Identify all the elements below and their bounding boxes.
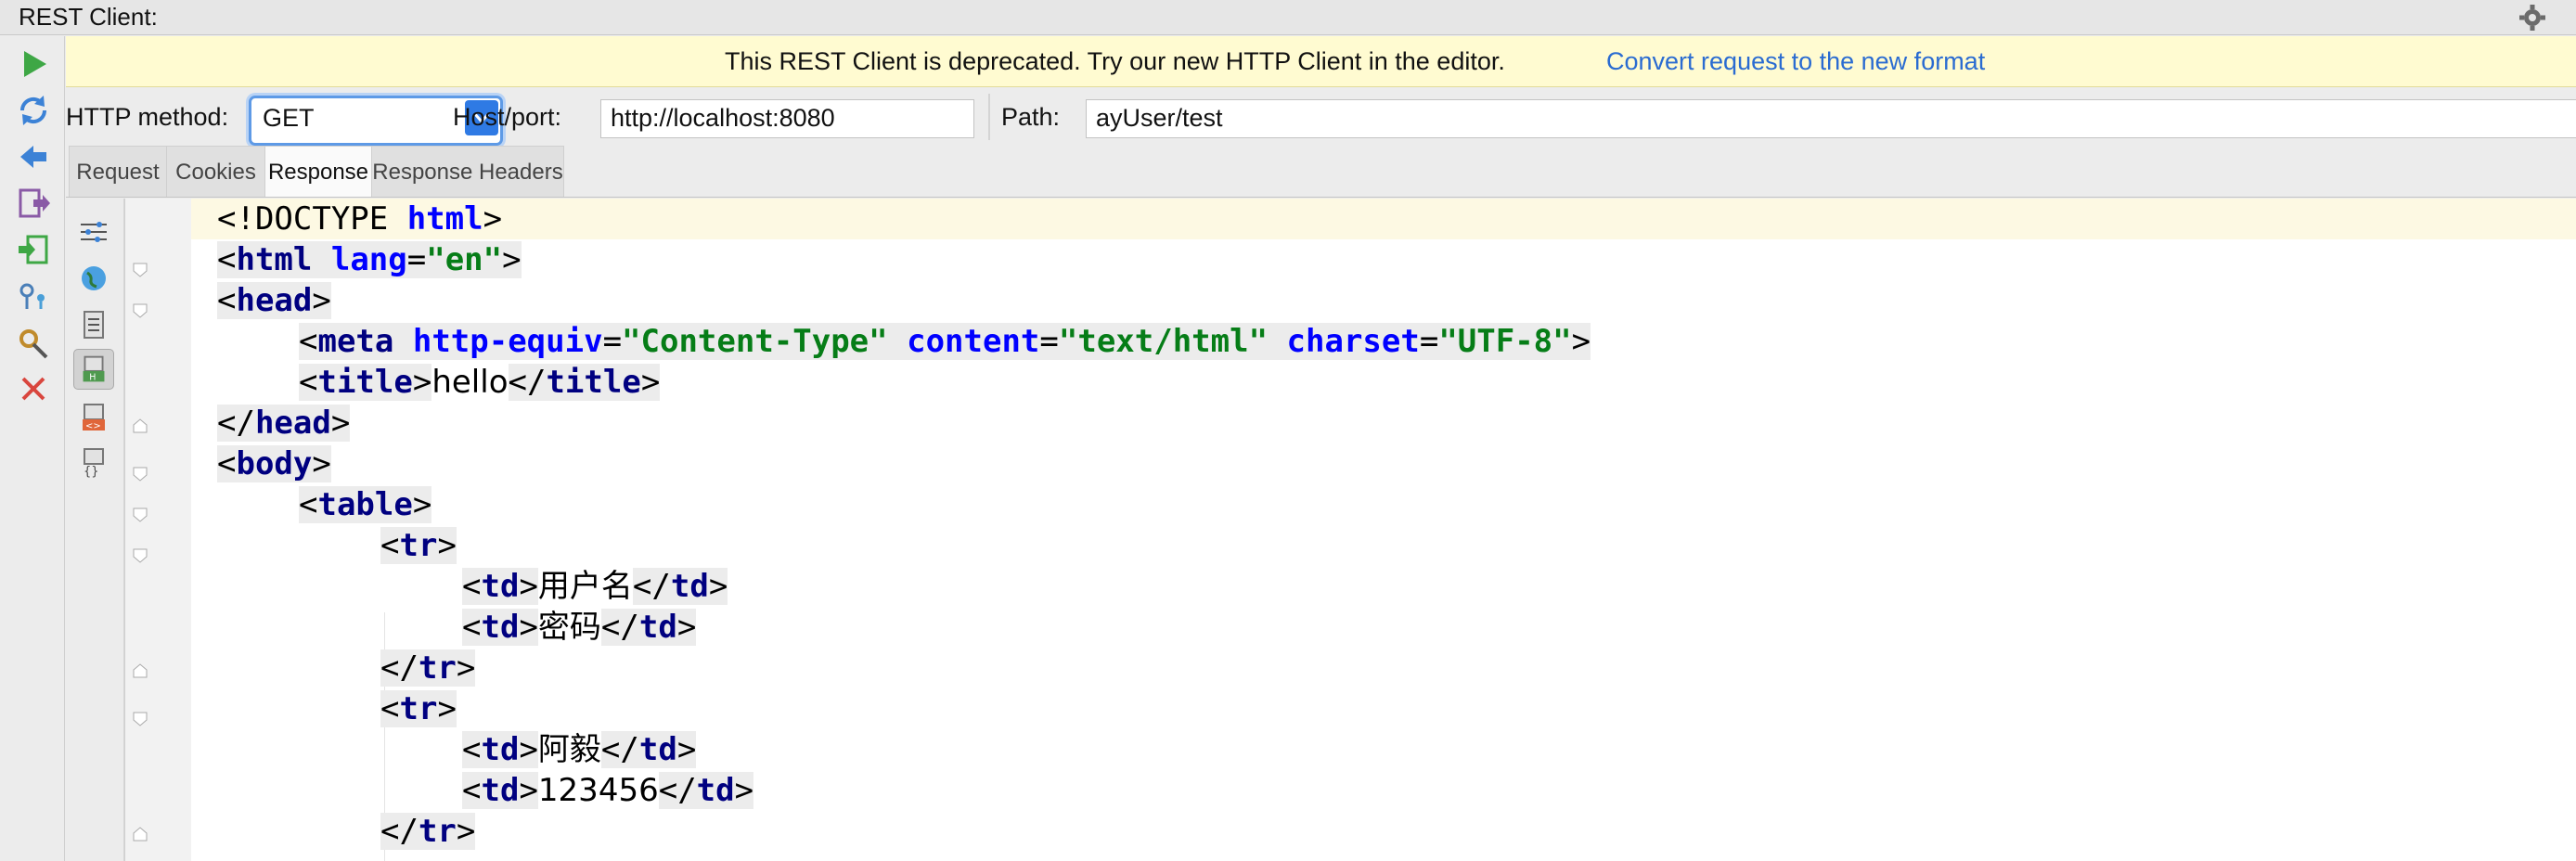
code-line: <td>密码</td>: [462, 609, 697, 646]
divider: [988, 94, 990, 140]
fold-open-icon[interactable]: [132, 547, 148, 564]
code-line: </tr>: [380, 649, 476, 687]
host-port-value: http://localhost:8080: [611, 104, 835, 132]
editor-gutter: [124, 199, 192, 861]
response-view-toolbar: H <> {}: [66, 199, 124, 861]
key-icon[interactable]: [15, 277, 52, 315]
globe-icon[interactable]: [73, 258, 114, 299]
path-label: Path:: [1001, 103, 1061, 131]
response-panel: H <> {} <!DOCTYPE html> <html lang="en">: [66, 199, 2576, 861]
settings-icon[interactable]: [15, 324, 52, 361]
gear-icon[interactable]: [2517, 2, 2548, 33]
code-line: <td>阿毅</td>: [462, 731, 697, 768]
svg-text:{}: {}: [84, 465, 99, 479]
close-icon[interactable]: [15, 370, 52, 407]
path-value: ayUser/test: [1096, 104, 1223, 132]
code-line: <title>hello</title>: [299, 364, 661, 401]
code-line: <!DOCTYPE html>: [217, 200, 503, 238]
fold-close-icon[interactable]: [132, 826, 148, 842]
current-line-highlight: [191, 199, 2576, 239]
text-view-icon[interactable]: [73, 304, 114, 345]
code-line: <tr>: [380, 527, 457, 564]
http-method-value: GET: [263, 104, 315, 132]
code-line: <html lang="en">: [217, 241, 522, 278]
code-line: <meta http-equiv="Content-Type" content=…: [299, 323, 1591, 360]
fold-open-icon[interactable]: [132, 507, 148, 523]
code-line: <table>: [299, 486, 432, 523]
fold-open-icon[interactable]: [132, 302, 148, 319]
back-icon[interactable]: [15, 138, 52, 175]
refresh-icon[interactable]: [15, 92, 52, 129]
code-line: <tr>: [380, 690, 457, 727]
request-row: HTTP method: GET Host/port: http://local…: [66, 88, 2576, 146]
response-code-editor[interactable]: <!DOCTYPE html> <html lang="en"> <head> …: [191, 199, 2576, 861]
window-title: REST Client:: [19, 3, 158, 31]
fold-open-icon[interactable]: [132, 262, 148, 278]
http-method-label: HTTP method:: [66, 103, 229, 131]
html-view-button[interactable]: H: [73, 349, 114, 390]
path-input[interactable]: ayUser/test: [1086, 99, 2576, 138]
code-line: </head>: [217, 405, 351, 442]
code-line: <td>123456</td>: [462, 772, 754, 809]
html-view-icon: H: [83, 355, 105, 382]
xml-view-icon[interactable]: <>: [73, 397, 114, 438]
convert-request-link[interactable]: Convert request to the new format: [1606, 36, 1985, 87]
code-line: <head>: [217, 282, 331, 319]
import-icon[interactable]: [15, 231, 52, 268]
host-port-input[interactable]: http://localhost:8080: [600, 99, 974, 138]
fold-close-icon[interactable]: [132, 662, 148, 679]
host-port-label: Host/port:: [453, 103, 562, 131]
tool-window-titlebar: REST Client:: [0, 0, 2576, 35]
deprecation-banner: This REST Client is deprecated. Try our …: [66, 36, 2576, 87]
left-toolbar: [0, 36, 65, 861]
fold-open-icon[interactable]: [132, 466, 148, 482]
tab-bar: Request Cookies Response Response Header…: [66, 146, 2576, 198]
code-line: <body>: [217, 445, 331, 482]
tab-response[interactable]: Response: [264, 146, 372, 197]
format-settings-icon[interactable]: [73, 212, 114, 252]
json-view-icon[interactable]: {}: [73, 442, 114, 482]
code-line: <td>用户名</td>: [462, 568, 728, 605]
export-icon[interactable]: [15, 185, 52, 222]
svg-text:<>: <>: [85, 421, 101, 431]
fold-open-icon[interactable]: [132, 711, 148, 727]
code-line: </tr>: [380, 813, 476, 850]
run-icon[interactable]: [15, 45, 52, 83]
svg-text:H: H: [89, 372, 96, 382]
tab-cookies[interactable]: Cookies: [166, 146, 265, 197]
tab-request[interactable]: Request: [69, 146, 167, 197]
fold-close-icon[interactable]: [132, 418, 148, 434]
tab-response-headers[interactable]: Response Headers: [371, 146, 564, 197]
banner-message: This REST Client is deprecated. Try our …: [725, 47, 1505, 75]
